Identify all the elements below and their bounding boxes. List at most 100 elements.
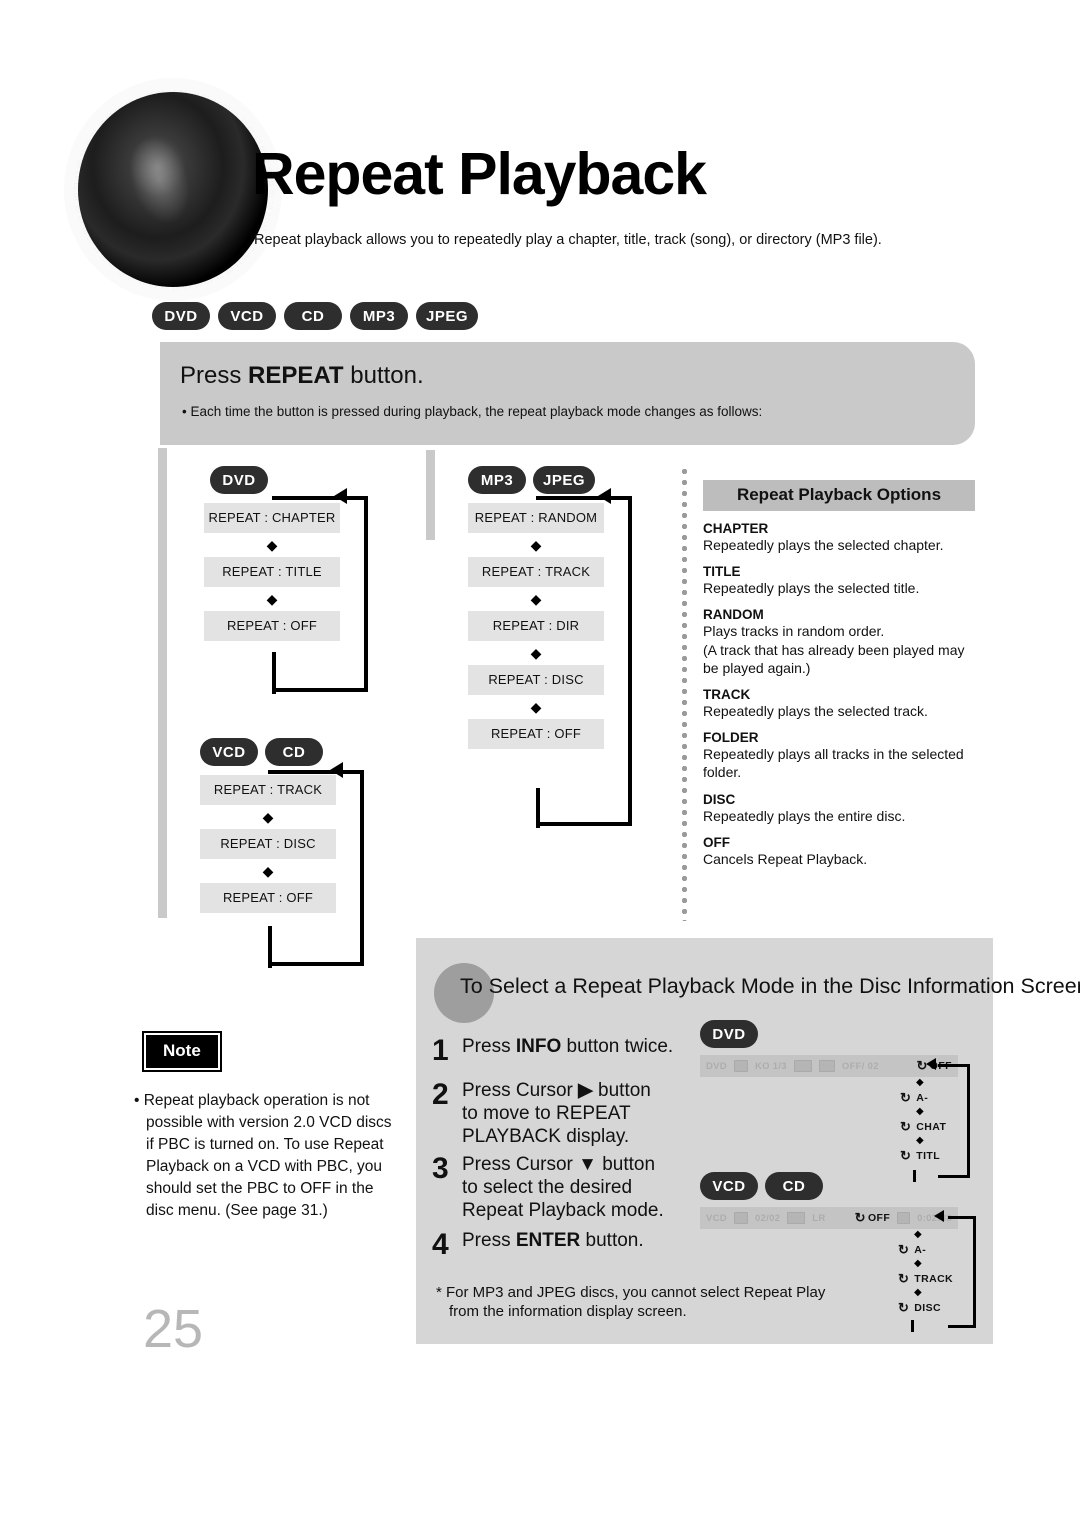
flow-loop-stub <box>536 788 540 828</box>
osd-cycle-label: DISC <box>914 1302 941 1314</box>
osd-track-number: 02/02 <box>754 1212 781 1224</box>
repeat-icon: ↻ <box>854 1210 866 1225</box>
step-3-number: 3 <box>432 1152 449 1185</box>
osd-cycle-item: ↻ TRACK <box>898 1271 953 1286</box>
repeat-keyword: REPEAT <box>248 362 344 389</box>
page-number: 25 <box>143 1299 204 1359</box>
flow-badge-mp3: MP3 <box>468 466 526 494</box>
osd-badges-dvd-osd: DVD <box>700 1020 958 1048</box>
osd-cycle-item: ↻ A- <box>898 1242 953 1257</box>
step-1-number: 1 <box>432 1034 449 1067</box>
option-term: TRACK <box>703 686 751 702</box>
option-term: FOLDER <box>703 730 759 746</box>
step-1-text: Press INFO button twice. <box>462 1036 674 1057</box>
osd-arrow-down-icon: ◆ <box>914 1287 922 1298</box>
osd-audio-channel: LR <box>812 1212 826 1224</box>
info-panel-footnote: * For MP3 and JPEG discs, you cannot sel… <box>436 1284 826 1321</box>
step-4-text: Press ENTER button. <box>462 1230 644 1251</box>
step-2-text: Press Cursor ▶ button to move to REPEAT PL… <box>462 1080 651 1147</box>
option-term: TITLE <box>703 564 741 580</box>
headphone-icon <box>787 1212 806 1224</box>
osd-cycle-label: TITL <box>916 1150 941 1162</box>
repeat-icon: ↻ <box>900 1119 912 1134</box>
osd-badge-vcd: VCD <box>700 1172 758 1200</box>
press-repeat-panel: Press REPEAT button. • Each time the but… <box>160 342 975 445</box>
options-title: Repeat Playback Options <box>703 480 975 511</box>
media-badge-vcd: VCD <box>218 302 276 330</box>
step-keyword: ▶ <box>578 1080 593 1101</box>
option-description: Repeatedly plays the selected chapter. <box>703 537 944 553</box>
dvd-disc-icon <box>78 92 268 287</box>
flow-arrow-left-icon <box>598 488 611 504</box>
subtitle-icon <box>733 1060 748 1072</box>
flow-mp3-jpeg: MP3 JPEG REPEAT : RANDOM ◆ REPEAT : TRACK ◆ RE… <box>468 466 632 828</box>
option-description: Cancels Repeat Playback. <box>703 850 868 867</box>
repeat-icon: ↻ <box>900 1148 912 1163</box>
repeat-icon: ↻ <box>898 1271 910 1286</box>
option-description: Repeatedly plays the selected track. <box>703 702 928 719</box>
media-badge-dvd: DVD <box>152 302 210 330</box>
step-3-text: Press Cursor ▼ button to select the desir… <box>462 1154 664 1221</box>
osd-repeat-field: ↻ OFF <box>855 1210 891 1226</box>
flow-arrow-left-icon <box>330 762 343 778</box>
angle-icon <box>818 1060 835 1072</box>
osd-cycle-item: ↻ DISC <box>898 1300 953 1315</box>
osd-loop-stub <box>911 1320 914 1332</box>
repeat-icon: ↻ <box>898 1242 910 1257</box>
osd-loop-wire <box>948 1216 976 1328</box>
flow-badges-vcd-cd: VCD CD <box>200 738 336 766</box>
media-badge-mp3: MP3 <box>350 302 408 330</box>
press-repeat-heading: Press REPEAT button. <box>180 362 424 389</box>
dotted-divider <box>682 466 687 921</box>
dolby-digital-icon <box>793 1060 812 1072</box>
option-description: Plays tracks in random order. (A track th… <box>703 623 965 676</box>
repeat-icon: ↻ <box>900 1090 912 1105</box>
option-term: RANDOM <box>703 607 764 623</box>
osd-badge-cd: CD <box>765 1172 823 1200</box>
flow-badge-dvd: DVD <box>210 466 268 494</box>
flow-badge-jpeg: JPEG <box>533 466 596 494</box>
press-repeat-subtext: • Each time the button is pressed during… <box>182 404 763 419</box>
osd-loop-wire <box>938 1064 970 1178</box>
media-type-badges: DVD VCD CD MP3 JPEG <box>152 302 479 330</box>
option-description: Repeatedly plays all tracks in the selec… <box>703 746 964 781</box>
step-1: 1 Press INFO button twice. <box>432 1036 673 1066</box>
flow-badge-vcd: VCD <box>200 738 258 766</box>
page-title: Repeat Playback <box>252 141 707 207</box>
step-4-number: 4 <box>432 1228 449 1261</box>
osd-badges-vcd-cd-osd: VCD CD <box>700 1172 958 1200</box>
osd-status-bar: DVD KO 1/3 OFF/ 02 ↻ OFF <box>700 1055 958 1077</box>
osd-disc-label: VCD <box>706 1212 727 1224</box>
osd-arrow-left-icon <box>934 1210 944 1222</box>
osd-audio-language: KO 1/3 <box>754 1060 787 1072</box>
step-keyword: ENTER <box>515 1230 581 1251</box>
repeat-icon: ↻ <box>898 1300 910 1315</box>
options-list: CHAPTER Repeatedly plays the selected cha… <box>703 521 975 868</box>
flow-dvd: DVD REPEAT : CHAPTER ◆ REPEAT : TITLE ◆ REPEA… <box>204 466 368 694</box>
flow-loop-stub <box>268 926 272 968</box>
step-3: 3 Press Cursor ▼ button to select the des… <box>432 1152 664 1222</box>
osd-repeat-value: OFF <box>867 1212 891 1224</box>
osd-arrow-down-icon: ◆ <box>914 1258 922 1269</box>
flow-badge-cd: CD <box>265 738 323 766</box>
flow-vcd-cd: VCD CD REPEAT : TRACK ◆ REPEAT : DISC ◆ REPEAT… <box>200 738 364 968</box>
osd-display-dvd: DVD DVD KO 1/3 OFF/ 02 ↻ OFF ◆ ↻ A- ◆ ↻ CHAT ◆ ↻ TITL <box>700 1020 970 1182</box>
flow-loop-wire <box>272 496 368 692</box>
osd-display-vcd-cd: VCD CD VCD 02/02 LR ↻ OFF 0:02:38 ◆ ↻ A- ◆ ↻ TRACK ◆ ↻ D… <box>700 1172 976 1332</box>
step-keyword: INFO <box>515 1036 562 1057</box>
flow-loop-wire <box>268 770 364 966</box>
osd-status-bar: VCD 02/02 LR ↻ OFF 0:02:38 <box>700 1207 958 1229</box>
option-description: Repeatedly plays the entire disc. <box>703 807 906 824</box>
middle-gray-rail <box>426 450 435 540</box>
option-term: DISC <box>703 791 736 807</box>
step-2-number: 2 <box>432 1078 449 1111</box>
flow-arrow-left-icon <box>334 488 347 504</box>
flow-loop-wire <box>536 496 632 826</box>
media-badge-jpeg: JPEG <box>416 302 479 330</box>
page-intro-text: Repeat playback allows you to repeatedly… <box>254 232 882 248</box>
osd-arrow-left-icon <box>926 1058 936 1070</box>
osd-cycle-label: A- <box>916 1092 929 1104</box>
page-header: 0110011001100011000110011001110011100110… <box>0 0 1080 300</box>
step-2: 2 Press Cursor ▶ button to move to REPEAT… <box>432 1078 651 1148</box>
left-gray-rail <box>158 448 167 918</box>
